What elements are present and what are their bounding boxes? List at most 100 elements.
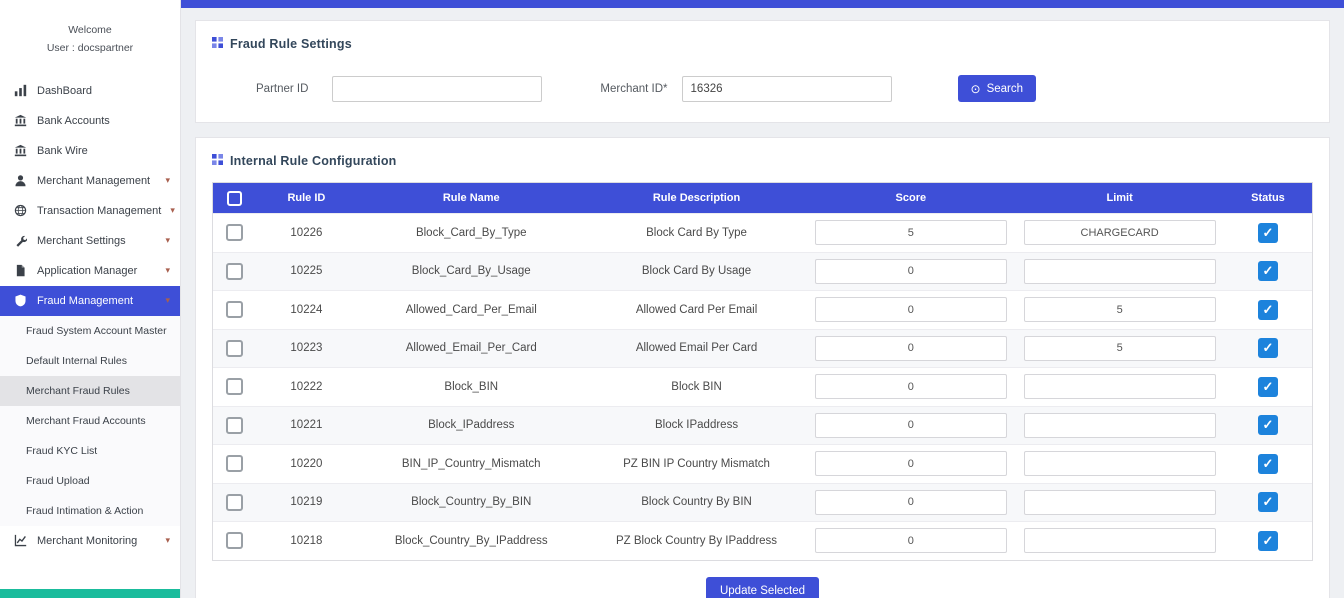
select-all-checkbox[interactable] (227, 191, 242, 206)
sidebar-item-merchant-monitoring[interactable]: Merchant Monitoring▾ (0, 526, 180, 556)
partner-id-input[interactable] (332, 76, 542, 102)
limit-input[interactable] (1024, 413, 1216, 438)
row-checkbox[interactable] (226, 340, 243, 357)
sidebar-item-transaction-management[interactable]: Transaction Management▾ (0, 196, 180, 226)
status-checkbox[interactable]: ✓ (1258, 492, 1278, 512)
sidebar-item-label: Fraud Management (37, 295, 133, 307)
search-target-icon: ⊙ (971, 83, 981, 95)
score-input[interactable] (815, 336, 1007, 361)
sidebar-subitem-fraud-system-account-master[interactable]: Fraud System Account Master (0, 316, 180, 346)
rule-name-cell: Block_Card_By_Type (356, 227, 587, 239)
score-input[interactable] (815, 259, 1007, 284)
merchant-id-label: Merchant ID* (600, 83, 667, 95)
column-header-rule-description: Rule Description (587, 192, 807, 204)
sidebar-nav: DashBoardBank AccountsBank WireMerchant … (0, 76, 180, 556)
score-input[interactable] (815, 528, 1007, 553)
rule-description-cell: PZ BIN IP Country Mismatch (587, 458, 807, 470)
search-button-label: Search (987, 83, 1023, 95)
search-button[interactable]: ⊙ Search (958, 75, 1037, 102)
sidebar-item-application-manager[interactable]: Application Manager▾ (0, 256, 180, 286)
score-input[interactable] (815, 220, 1007, 245)
rule-description-cell: Allowed Card Per Email (587, 304, 807, 316)
rule-id-cell: 10225 (257, 265, 356, 277)
status-checkbox[interactable]: ✓ (1258, 261, 1278, 281)
row-checkbox[interactable] (226, 532, 243, 549)
row-checkbox[interactable] (226, 301, 243, 318)
score-input[interactable] (815, 490, 1007, 515)
limit-input[interactable] (1024, 451, 1216, 476)
dashboard-icon (14, 84, 28, 98)
main-content: Fraud Rule Settings Partner ID Merchant … (181, 8, 1344, 598)
rule-description-cell: Allowed Email Per Card (587, 342, 807, 354)
sidebar-subitem-fraud-intimation-action[interactable]: Fraud Intimation & Action (0, 496, 180, 526)
sidebar-item-dashboard[interactable]: DashBoard (0, 76, 180, 106)
limit-input[interactable] (1024, 259, 1216, 284)
row-checkbox[interactable] (226, 494, 243, 511)
welcome-text: Welcome User : docspartner (0, 0, 180, 76)
score-input[interactable] (815, 297, 1007, 322)
bank-icon (14, 114, 28, 128)
limit-input[interactable] (1024, 336, 1216, 361)
score-input[interactable] (815, 451, 1007, 476)
search-form: Partner ID Merchant ID* ⊙ Search (212, 53, 1313, 108)
status-checkbox[interactable]: ✓ (1258, 300, 1278, 320)
rule-description-cell: Block BIN (587, 381, 807, 393)
sidebar-item-label: Merchant Settings (37, 235, 126, 247)
table-header: Rule ID Rule Name Rule Description Score… (213, 183, 1312, 213)
rule-name-cell: Block_Card_By_Usage (356, 265, 587, 277)
row-checkbox[interactable] (226, 224, 243, 241)
rule-id-cell: 10220 (257, 458, 356, 470)
fraud-rule-settings-card: Fraud Rule Settings Partner ID Merchant … (195, 20, 1330, 123)
limit-input[interactable] (1024, 374, 1216, 399)
row-checkbox[interactable] (226, 378, 243, 395)
sidebar-item-label: Merchant Management (37, 175, 150, 187)
sidebar-item-merchant-settings[interactable]: Merchant Settings▾ (0, 226, 180, 256)
table-row: 10223 Allowed_Email_Per_Card Allowed Ema… (213, 329, 1312, 368)
card-title-row: Internal Rule Configuration (212, 152, 1313, 170)
rule-name-cell: Block_Country_By_BIN (356, 496, 587, 508)
table-row: 10226 Block_Card_By_Type Block Card By T… (213, 213, 1312, 252)
score-input[interactable] (815, 374, 1007, 399)
status-checkbox[interactable]: ✓ (1258, 531, 1278, 551)
sidebar-subitem-merchant-fraud-accounts[interactable]: Merchant Fraud Accounts (0, 406, 180, 436)
limit-input[interactable] (1024, 220, 1216, 245)
status-checkbox[interactable]: ✓ (1258, 377, 1278, 397)
sidebar-subitem-fraud-kyc-list[interactable]: Fraud KYC List (0, 436, 180, 466)
chevron-down-icon: ▾ (165, 176, 170, 185)
sidebar-item-bank-wire[interactable]: Bank Wire (0, 136, 180, 166)
column-header-rule-id: Rule ID (257, 192, 356, 204)
rule-id-cell: 10221 (257, 419, 356, 431)
table-row: 10224 Allowed_Card_Per_Email Allowed Car… (213, 290, 1312, 329)
sidebar-subitem-merchant-fraud-rules[interactable]: Merchant Fraud Rules (0, 376, 180, 406)
row-checkbox[interactable] (226, 417, 243, 434)
rule-id-cell: 10226 (257, 227, 356, 239)
limit-input[interactable] (1024, 528, 1216, 553)
update-selected-button[interactable]: Update Selected (706, 577, 819, 598)
merchant-id-input[interactable] (682, 76, 892, 102)
rule-description-cell: Block Card By Type (587, 227, 807, 239)
status-checkbox[interactable]: ✓ (1258, 338, 1278, 358)
chevron-down-icon: ▾ (165, 266, 170, 275)
sidebar-subitem-default-internal-rules[interactable]: Default Internal Rules (0, 346, 180, 376)
column-header-rule-name: Rule Name (356, 192, 587, 204)
sidebar-item-fraud-management[interactable]: Fraud Management▾ (0, 286, 180, 316)
grid-icon (212, 35, 223, 53)
welcome-line: Welcome (8, 22, 172, 40)
sidebar-item-bank-accounts[interactable]: Bank Accounts (0, 106, 180, 136)
chart-line-icon (14, 534, 28, 548)
status-checkbox[interactable]: ✓ (1258, 415, 1278, 435)
row-checkbox[interactable] (226, 263, 243, 280)
row-checkbox[interactable] (226, 455, 243, 472)
status-checkbox[interactable]: ✓ (1258, 223, 1278, 243)
sidebar-item-label: DashBoard (37, 85, 92, 97)
rule-description-cell: PZ Block Country By IPaddress (587, 535, 807, 547)
sidebar-item-merchant-management[interactable]: Merchant Management ▾ (0, 166, 180, 196)
sidebar-item-label: Transaction Management (37, 205, 161, 217)
score-input[interactable] (815, 413, 1007, 438)
rules-table: Rule ID Rule Name Rule Description Score… (212, 182, 1313, 561)
sidebar-subitem-fraud-upload[interactable]: Fraud Upload (0, 466, 180, 496)
status-checkbox[interactable]: ✓ (1258, 454, 1278, 474)
fraud-management-submenu: Fraud System Account MasterDefault Inter… (0, 316, 180, 526)
limit-input[interactable] (1024, 490, 1216, 515)
limit-input[interactable] (1024, 297, 1216, 322)
